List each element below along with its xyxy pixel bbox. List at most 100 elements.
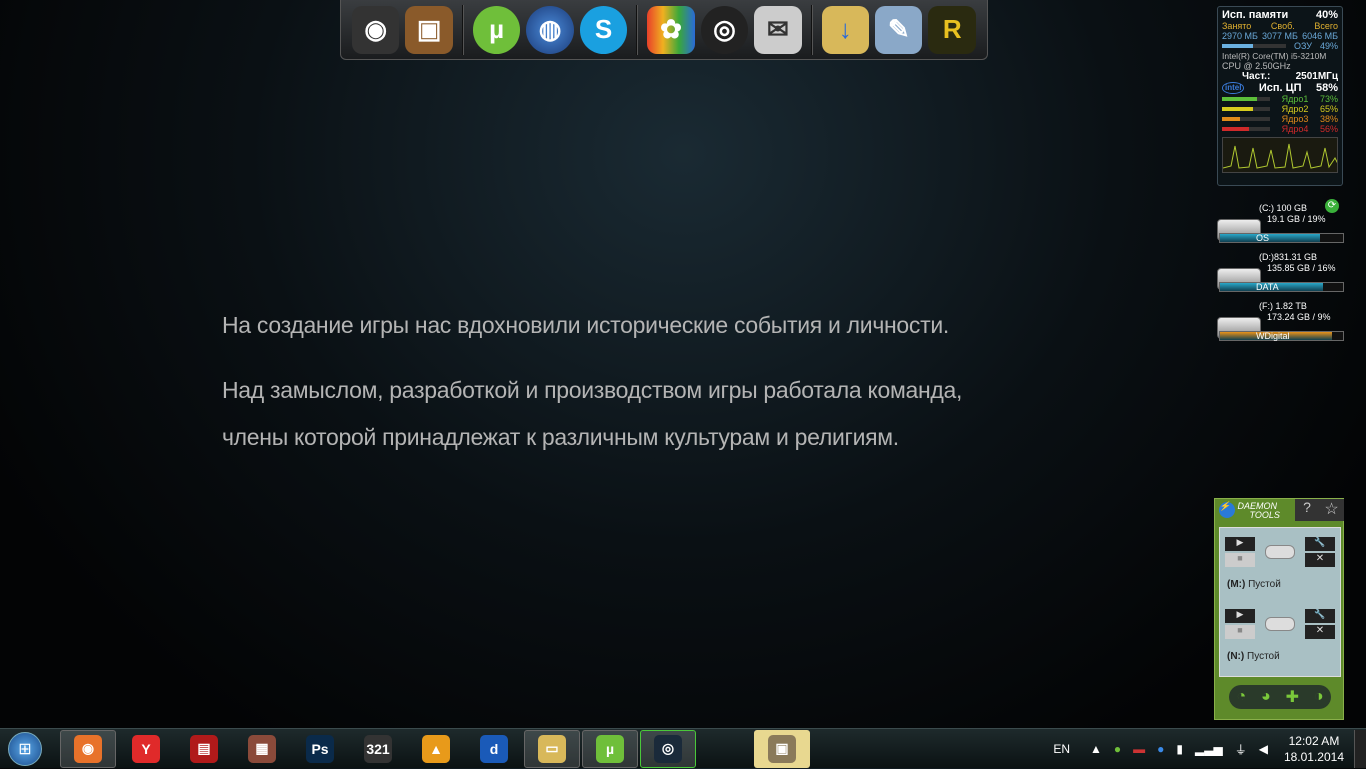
core-label: Ядро4 (1281, 124, 1309, 134)
daemon-tray-icon[interactable]: ● (1157, 742, 1164, 756)
taskbar-yandex-browser[interactable]: Y (118, 730, 174, 768)
drive-usage: 19.1 GB / 19% (1267, 214, 1326, 224)
taskbar-firefox[interactable]: ◉ (60, 729, 116, 768)
clock-date: 18.01.2014 (1283, 750, 1344, 764)
core-row: Ядро1 73% (1222, 94, 1338, 104)
photos-icon[interactable]: ▣ (405, 5, 453, 54)
ram-percent: 49% (1319, 41, 1338, 51)
unmount-button[interactable]: ✕ (1305, 625, 1335, 639)
aimp-icon: ▲ (422, 734, 450, 763)
virtual-drive-icon (1265, 617, 1295, 631)
daemon-logo-icon: ⚡ (1219, 502, 1235, 518)
deezer-icon: d (480, 734, 508, 763)
drive-name: (F:) 1.82 TB (1259, 301, 1307, 311)
utorrent-tray-icon[interactable]: ● (1114, 742, 1121, 756)
settings-button[interactable]: 🔧 (1305, 609, 1335, 623)
flag-us-icon[interactable]: ▬ (1133, 742, 1145, 756)
add-drive-icon[interactable]: ✚ (1286, 687, 1299, 707)
drive-bar: OS (1219, 233, 1344, 243)
virtual-drive-icon (1265, 545, 1295, 559)
clock[interactable]: 12:02 AM 18.01.2014 (1284, 733, 1344, 765)
system-monitor-gadget: Исп. памяти 40% Занято Своб. Всего 2970 МБ 3… (1217, 6, 1343, 186)
utorrent-icon[interactable]: µ (472, 5, 521, 54)
start-button[interactable]: ⊞ (2, 730, 48, 768)
cpu-percent: 58% (1315, 82, 1338, 94)
core-percent: 65% (1319, 104, 1338, 114)
taskbar-utorrent[interactable]: µ (582, 729, 638, 768)
language-indicator[interactable]: EN (1053, 742, 1070, 756)
skype-icon[interactable]: S (579, 5, 628, 54)
core-percent: 56% (1319, 124, 1338, 134)
taskbar-reader[interactable]: ▤ (176, 730, 232, 768)
cpu-graph (1222, 137, 1340, 173)
power-icon[interactable]: ⏚ (1235, 741, 1247, 758)
drive-letter: (M:) (1227, 579, 1246, 590)
taskbar-winrar[interactable]: ▦ (234, 730, 290, 768)
intro-line-3: члены которой принадлежат к различным ку… (222, 424, 899, 450)
remove-drive-icon[interactable]: ◑ (1314, 688, 1324, 706)
taskbar-aimp[interactable]: ▲ (408, 730, 464, 768)
disc-tool-icon[interactable]: ◎ (700, 5, 749, 54)
intel-logo-icon: intel (1222, 82, 1245, 94)
daemon-subtitle: TOOLS (1249, 510, 1280, 520)
rocketdock-icon[interactable]: R (928, 5, 976, 54)
rss-icon[interactable]: ☆ (1319, 499, 1344, 521)
drive-bar: DATA (1219, 282, 1344, 292)
drive-label: DATA (1256, 282, 1279, 292)
msn-icon[interactable]: ✿ (647, 5, 695, 54)
refresh-icon[interactable]: ⟳ (1325, 199, 1339, 213)
taskbar-explorer[interactable]: ▭ (524, 729, 580, 768)
core-label: Ядро3 (1281, 114, 1309, 124)
taskbar: ⊞ ◉ Y ▤ ▦ Ps 321 ▲ d ▭ µ ◎ ▣ EN ▲ ● ▬ ● ▮ ▂▃▅ ⏚ ◀ 1… (0, 728, 1366, 768)
taskbar-photoshop[interactable]: Ps (292, 730, 348, 768)
cpu-name: Intel(R) Core(TM) i5-3210M (1222, 51, 1327, 61)
drive-name: (C:) 100 GB (1259, 203, 1308, 213)
mail-icon[interactable]: ✉ (754, 5, 802, 54)
webcam-icon[interactable]: ◉ (352, 5, 400, 54)
virtual-drive: ▶ ■ 🔧 ✕ (N:) Пустой (1221, 605, 1339, 677)
stop-button[interactable]: ■ (1225, 553, 1255, 567)
settings-button[interactable]: 🔧 (1305, 537, 1335, 551)
core-row: Ядро2 65% (1222, 104, 1338, 114)
virtual-drive: ▶ ■ 🔧 ✕ (M:) Пустой (1221, 533, 1339, 605)
show-hidden-icons[interactable]: ▲ (1090, 742, 1102, 756)
freq-label: Част.: (1242, 71, 1271, 82)
google-earth-icon[interactable]: ◍ (526, 5, 574, 54)
taskbar-steam[interactable]: ◎ (640, 729, 696, 768)
play-button[interactable]: ▶ (1225, 609, 1255, 623)
core-bar (1222, 107, 1270, 111)
taskbar-media-player-classic[interactable]: 321 (350, 730, 406, 768)
volume-icon[interactable]: ◀ (1259, 742, 1268, 756)
dock-separator (636, 4, 639, 55)
drive-letter: (N:) (1227, 651, 1245, 662)
mount-icon[interactable]: ◔ (1236, 688, 1246, 706)
drive-label: WDigital (1256, 331, 1290, 341)
core-percent: 38% (1319, 114, 1338, 124)
firefox-icon: ◉ (74, 734, 102, 763)
core-label: Ядро1 (1281, 94, 1309, 104)
core-bar (1222, 127, 1270, 131)
unmount-button[interactable]: ✕ (1305, 553, 1335, 567)
save-image-icon[interactable]: ◕ (1261, 688, 1271, 706)
taskbar-game[interactable]: ▣ (754, 729, 810, 768)
network-icon[interactable]: ▂▃▅ (1195, 742, 1223, 756)
top-dock: ◉ ▣ µ ◍ S ✿ ◎ ✉ ↓ ✎ R (340, 0, 988, 60)
drive-gadget[interactable]: (D:)831.31 GB 135.85 GB / 16% DATA (1215, 252, 1345, 296)
usb-device-icon[interactable]: ▮ (1176, 742, 1183, 756)
notepad-icon[interactable]: ✎ (875, 5, 923, 54)
steam-icon: ◎ (654, 734, 682, 763)
downloads-folder-icon[interactable]: ↓ (821, 5, 870, 54)
drive-gadget[interactable]: (F:) 1.82 TB 173.24 GB / 9% WDigital (1215, 301, 1345, 345)
play-button[interactable]: ▶ (1225, 537, 1255, 551)
total-value: 6046 МБ (1302, 31, 1338, 41)
show-desktop-button[interactable] (1354, 730, 1366, 768)
drive-usage: 173.24 GB / 9% (1267, 312, 1331, 322)
help-button[interactable]: ? (1295, 499, 1319, 521)
free-header: Своб. (1270, 21, 1295, 31)
stop-button[interactable]: ■ (1225, 625, 1255, 639)
taskbar-deezer[interactable]: d (466, 730, 522, 768)
drive-usage: 135.85 GB / 16% (1267, 263, 1336, 273)
cpu-speed: CPU @ 2.50GHz (1222, 61, 1291, 71)
drive-label: OS (1256, 233, 1270, 243)
game-icon: ▣ (768, 734, 796, 763)
